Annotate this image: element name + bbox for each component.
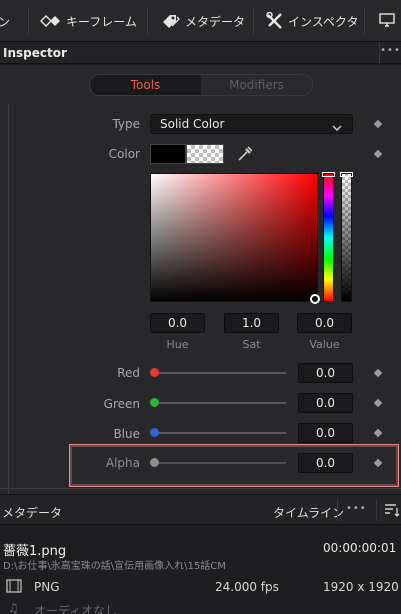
panel-divider xyxy=(8,105,9,494)
inspector-label: インスペクタ xyxy=(288,14,359,29)
toolbar-partial-button[interactable]: ン xyxy=(0,0,10,42)
type-dropdown[interactable]: Solid Color xyxy=(150,114,353,134)
color-label: Color xyxy=(108,147,140,161)
monitor-icon xyxy=(378,12,396,31)
alpha-slider-handle[interactable] xyxy=(340,172,353,177)
tab-modifiers[interactable]: Modifiers xyxy=(201,75,312,95)
metadata-header: メタデータ タイムライン ••• xyxy=(0,494,401,525)
keyframe-icon xyxy=(40,15,62,27)
green-slider[interactable] xyxy=(154,402,286,404)
metadata-title: メタデータ xyxy=(2,506,63,520)
toolbar-partial-label: ン xyxy=(0,14,11,29)
toolbar-divider xyxy=(253,8,254,34)
toolbar-divider xyxy=(28,8,29,34)
chevron-down-icon xyxy=(332,119,342,137)
clip-resolution: 1920 x 1920 xyxy=(323,580,399,594)
sat-label: Sat xyxy=(242,338,261,351)
inspector-header: Inspector ••• xyxy=(0,42,401,64)
inspector-tabs: Tools Modifiers xyxy=(89,74,313,96)
clip-fps: 24.000 fps xyxy=(215,580,279,594)
inspector-button[interactable]: インスペクタ xyxy=(266,0,358,42)
sort-icon[interactable] xyxy=(384,503,400,520)
blue-slider[interactable] xyxy=(154,432,286,434)
image-format-icon xyxy=(6,579,22,596)
hue-slider[interactable] xyxy=(323,173,334,302)
saturation-value-field[interactable] xyxy=(150,173,318,302)
alpha-label: Alpha xyxy=(105,456,140,470)
alpha-slider-track[interactable] xyxy=(154,462,286,464)
value-field[interactable]: 0.0 xyxy=(297,313,352,333)
metadata-button[interactable]: メタデータ xyxy=(161,0,245,42)
tag-icon xyxy=(161,13,181,29)
keyframe-button[interactable]: キーフレーム xyxy=(40,0,137,42)
top-toolbar: ン キーフレーム メタデータ インスペクタ xyxy=(0,0,401,42)
red-field[interactable]: 0.0 xyxy=(298,363,353,383)
clip-audio: オーディオなし xyxy=(34,604,118,614)
green-label: Green xyxy=(103,397,140,411)
green-slider-handle[interactable] xyxy=(150,398,159,407)
header-divider xyxy=(376,499,377,521)
alpha-field[interactable]: 0.0 xyxy=(298,453,353,473)
toolbar-divider xyxy=(364,8,365,34)
audio-note-icon: ♫ xyxy=(8,601,19,614)
blue-field[interactable]: 0.0 xyxy=(298,423,353,443)
sat-field[interactable]: 1.0 xyxy=(224,313,279,333)
alpha-value-handle[interactable] xyxy=(150,458,159,467)
alpha-swatch[interactable] xyxy=(186,144,224,164)
inspector-options-button[interactable]: ••• xyxy=(379,42,401,64)
blue-label: Blue xyxy=(113,427,140,441)
eyedropper-icon[interactable] xyxy=(236,145,254,166)
metadata-label: メタデータ xyxy=(185,14,246,29)
red-slider[interactable] xyxy=(154,372,286,374)
blue-slider-handle[interactable] xyxy=(150,428,159,437)
hue-field[interactable]: 0.0 xyxy=(150,313,205,333)
color-swatch[interactable] xyxy=(150,144,186,164)
clip-file-path: D:\お仕事\氷高宝珠の話\宣伝用画像入れ\15話CM xyxy=(3,561,226,572)
red-label: Red xyxy=(117,366,140,380)
header-divider xyxy=(337,499,338,521)
green-field[interactable]: 0.0 xyxy=(298,393,353,413)
hue-label: Hue xyxy=(166,338,189,351)
type-dropdown-value: Solid Color xyxy=(160,117,225,131)
panel-divider xyxy=(0,488,401,489)
type-label: Type xyxy=(112,117,140,131)
toolbar-divider xyxy=(147,8,148,34)
inspector-tools-icon xyxy=(266,12,284,30)
timeline-selector[interactable]: タイムライン xyxy=(273,504,344,521)
hue-slider-handle[interactable] xyxy=(322,172,335,177)
red-slider-handle[interactable] xyxy=(150,368,159,377)
color-cursor[interactable] xyxy=(310,294,320,304)
inspector-title: Inspector xyxy=(3,46,67,60)
display-button[interactable] xyxy=(378,0,396,42)
clip-format: PNG xyxy=(34,580,60,594)
keyframe-label: キーフレーム xyxy=(66,14,137,29)
clip-timecode: 00:00:00:01 xyxy=(323,541,397,555)
metadata-options-button[interactable]: ••• xyxy=(346,503,367,514)
tab-tools[interactable]: Tools xyxy=(90,75,201,95)
value-label: Value xyxy=(309,338,340,351)
alpha-slider[interactable] xyxy=(341,173,352,302)
